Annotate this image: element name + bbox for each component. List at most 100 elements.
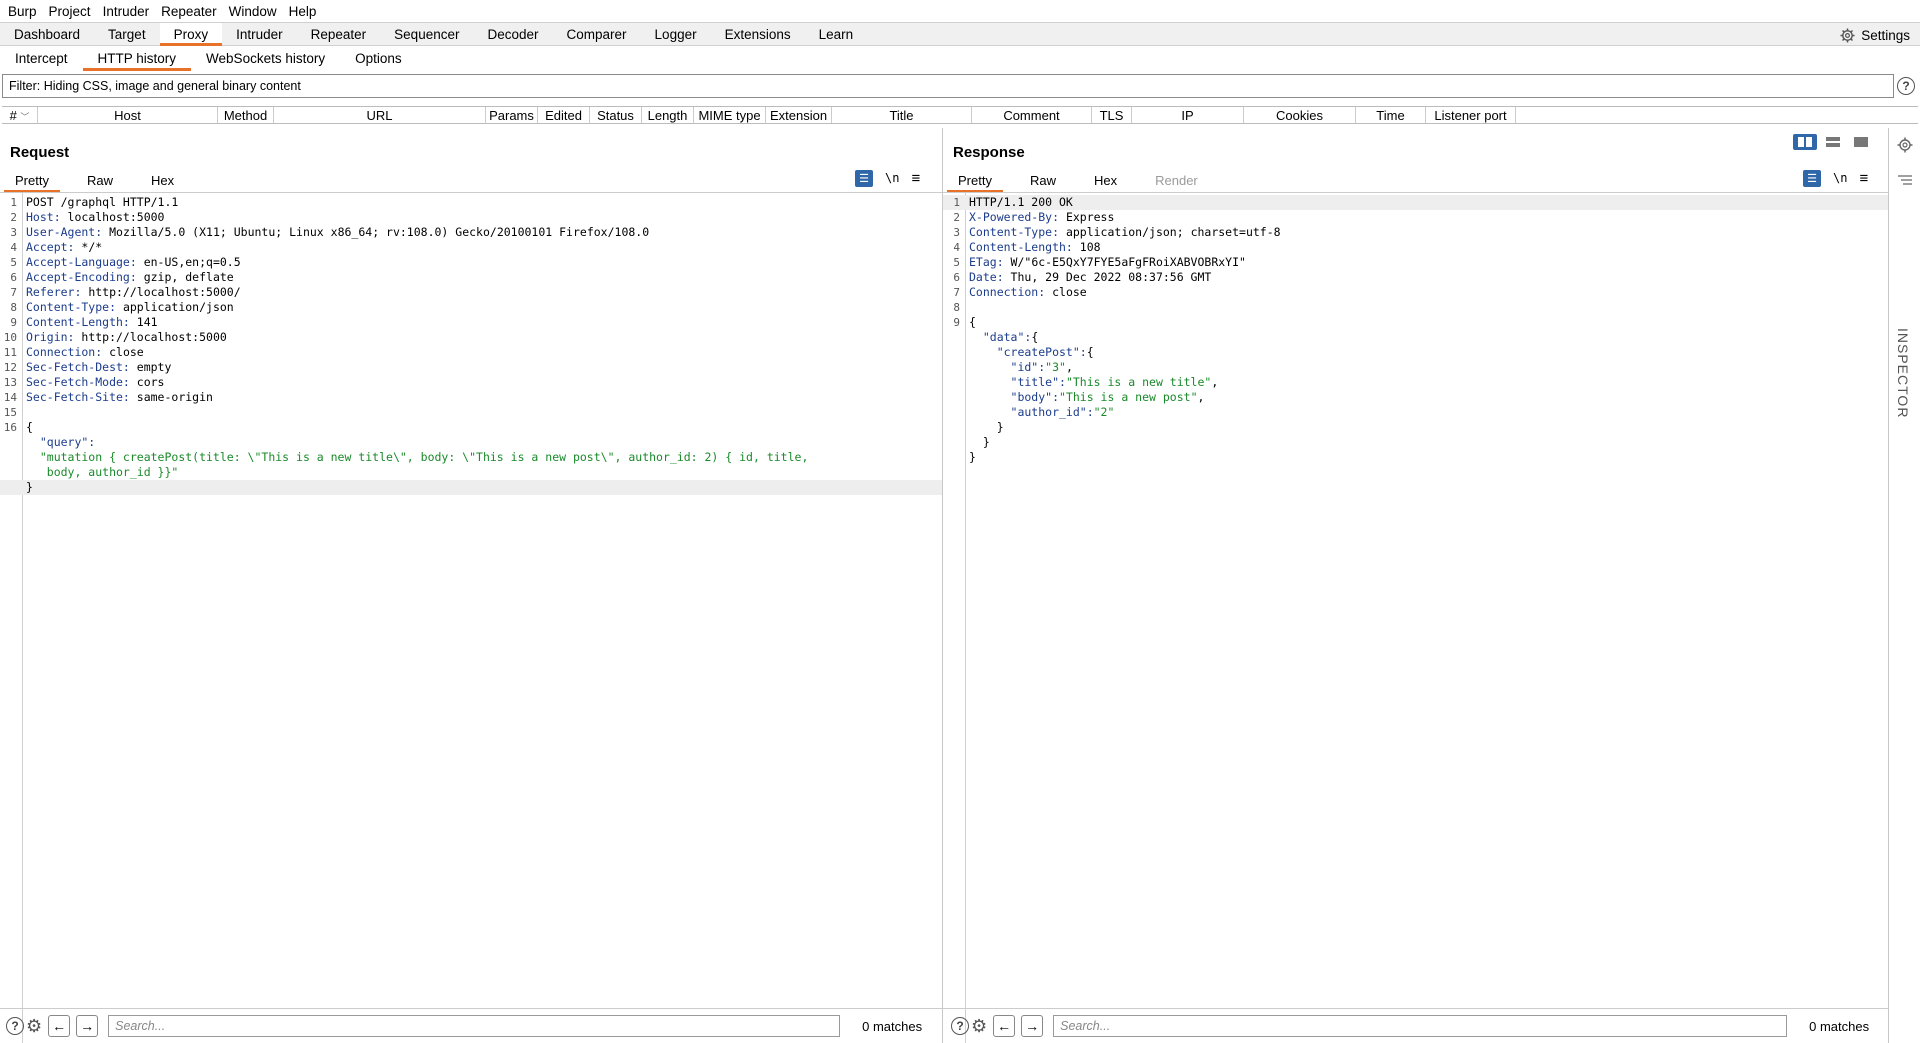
column-url[interactable]: URL bbox=[274, 107, 486, 123]
json-punctuation: , bbox=[1197, 390, 1205, 404]
column-number[interactable]: # ﹀ bbox=[2, 107, 38, 123]
line-number: 3 bbox=[10, 226, 17, 239]
show-newlines-toggle[interactable]: \n bbox=[885, 171, 899, 185]
response-tab-pretty[interactable]: Pretty bbox=[947, 168, 1003, 192]
column-comment[interactable]: Comment bbox=[972, 107, 1092, 123]
help-icon[interactable]: ? bbox=[6, 1017, 24, 1035]
word-wrap-toggle-icon[interactable]: ☰ bbox=[855, 169, 873, 187]
hamburger-menu-icon[interactable]: ≡ bbox=[911, 170, 920, 187]
tab-target[interactable]: Target bbox=[94, 23, 160, 45]
tab-intercept[interactable]: Intercept bbox=[0, 46, 83, 71]
request-tab-pretty[interactable]: Pretty bbox=[4, 168, 60, 192]
hamburger-menu-icon[interactable]: ≡ bbox=[1859, 170, 1868, 187]
tab-logger[interactable]: Logger bbox=[641, 23, 711, 45]
inspector-settings-gear-icon[interactable] bbox=[1897, 137, 1913, 153]
menu-window[interactable]: Window bbox=[229, 4, 277, 19]
tab-decoder[interactable]: Decoder bbox=[473, 23, 552, 45]
header-name: Date: bbox=[969, 270, 1004, 284]
next-match-arrow-icon[interactable]: → bbox=[76, 1015, 99, 1037]
column-method[interactable]: Method bbox=[218, 107, 274, 123]
menu-repeater[interactable]: Repeater bbox=[161, 4, 217, 19]
column-ip[interactable]: IP bbox=[1132, 107, 1244, 123]
line-content: Content-Length: 108 bbox=[966, 240, 1101, 255]
line-number: 11 bbox=[3, 346, 17, 359]
line-number bbox=[0, 450, 23, 465]
tab-extensions[interactable]: Extensions bbox=[711, 23, 805, 45]
column-edited[interactable]: Edited bbox=[538, 107, 590, 123]
show-newlines-toggle[interactable]: \n bbox=[1833, 171, 1847, 185]
response-code: 1 HTTP/1.1 200 OK 2 X-Powered-By: Express 3 C… bbox=[943, 195, 1888, 465]
header-name: Accept: bbox=[26, 240, 75, 254]
column-cookies[interactable]: Cookies bbox=[1244, 107, 1356, 123]
response-search-input[interactable]: Search... bbox=[1053, 1015, 1788, 1037]
json-key: "title": bbox=[969, 375, 1066, 389]
json-string: "3" bbox=[1045, 360, 1066, 374]
column-listener-port[interactable]: Listener port bbox=[1426, 107, 1516, 123]
column-extension[interactable]: Extension bbox=[766, 107, 832, 123]
code-line: 1 POST /graphql HTTP/1.1 bbox=[0, 195, 942, 210]
header-value: Mozilla/5.0 (X11; Ubuntu; Linux x86_64; … bbox=[102, 225, 650, 239]
inspector-tab[interactable]: INSPECTOR bbox=[1895, 328, 1911, 418]
json-string: body, author_id }}" bbox=[26, 465, 179, 479]
menu-burp[interactable]: Burp bbox=[8, 4, 37, 19]
response-editor[interactable]: 1 HTTP/1.1 200 OK 2 X-Powered-By: Express 3 C… bbox=[943, 192, 1888, 1043]
help-icon[interactable]: ? bbox=[1897, 77, 1915, 95]
column-mime-type[interactable]: MIME type bbox=[694, 107, 766, 123]
header-name: Sec-Fetch-Dest: bbox=[26, 360, 130, 374]
column-params[interactable]: Params bbox=[486, 107, 538, 123]
settings-button[interactable]: Settings bbox=[1840, 23, 1910, 47]
menu-project[interactable]: Project bbox=[49, 4, 91, 19]
help-icon[interactable]: ? bbox=[951, 1017, 969, 1035]
search-settings-gear-icon[interactable]: ⚙ bbox=[26, 1016, 42, 1037]
line-number bbox=[0, 435, 23, 450]
tab-intruder[interactable]: Intruder bbox=[222, 23, 297, 45]
tab-repeater[interactable]: Repeater bbox=[297, 23, 381, 45]
line-number: 6 bbox=[10, 271, 17, 284]
side-by-side-layout-icon[interactable] bbox=[1793, 134, 1817, 150]
response-tab-render[interactable]: Render bbox=[1144, 168, 1209, 192]
tab-options[interactable]: Options bbox=[340, 46, 417, 71]
request-search-input[interactable]: Search... bbox=[108, 1015, 841, 1037]
tab-sequencer[interactable]: Sequencer bbox=[380, 23, 473, 45]
single-pane-layout-icon[interactable] bbox=[1849, 134, 1873, 150]
column-title[interactable]: Title bbox=[832, 107, 972, 123]
main-tab-bar: Dashboard Target Proxy Intruder Repeater… bbox=[0, 22, 1920, 46]
tab-http-history[interactable]: HTTP history bbox=[82, 46, 192, 71]
line-number bbox=[943, 405, 966, 420]
previous-match-arrow-icon[interactable]: ← bbox=[993, 1015, 1016, 1037]
menu-help[interactable]: Help bbox=[289, 4, 317, 19]
response-panel: Response Pretty Raw Hex Render ☰ \n ≡ 1H… bbox=[943, 128, 1888, 1043]
tab-learn[interactable]: Learn bbox=[805, 23, 868, 45]
inspector-list-icon[interactable] bbox=[1898, 174, 1912, 186]
tab-comparer[interactable]: Comparer bbox=[553, 23, 641, 45]
tab-dashboard[interactable]: Dashboard bbox=[0, 23, 94, 45]
line-content: Sec-Fetch-Dest: empty bbox=[23, 360, 171, 375]
line-number: 3 bbox=[953, 226, 960, 239]
column-status[interactable]: Status bbox=[590, 107, 642, 123]
response-tab-raw[interactable]: Raw bbox=[1019, 168, 1067, 192]
column-time[interactable]: Time bbox=[1356, 107, 1426, 123]
header-name: Content-Type: bbox=[26, 300, 117, 314]
filter-bar[interactable]: Filter: Hiding CSS, image and general bi… bbox=[2, 74, 1894, 98]
inspector-divider[interactable] bbox=[1888, 128, 1889, 1043]
request-editor[interactable]: 1 POST /graphql HTTP/1.1 2 Host: localhost:… bbox=[0, 192, 942, 1043]
column-tls[interactable]: TLS bbox=[1092, 107, 1132, 123]
tab-websockets-history[interactable]: WebSockets history bbox=[191, 46, 340, 71]
settings-label: Settings bbox=[1861, 27, 1910, 43]
search-settings-gear-icon[interactable]: ⚙ bbox=[971, 1016, 987, 1037]
word-wrap-toggle-icon[interactable]: ☰ bbox=[1803, 169, 1821, 187]
request-tab-hex[interactable]: Hex bbox=[140, 168, 185, 192]
tab-proxy[interactable]: Proxy bbox=[159, 23, 223, 46]
header-name: Content-Length: bbox=[26, 315, 130, 329]
code-line: 4 Content-Length: 108 bbox=[943, 240, 1888, 255]
next-match-arrow-icon[interactable]: → bbox=[1021, 1015, 1044, 1037]
previous-match-arrow-icon[interactable]: ← bbox=[48, 1015, 71, 1037]
request-tab-raw[interactable]: Raw bbox=[76, 168, 124, 192]
menu-intruder[interactable]: Intruder bbox=[103, 4, 150, 19]
column-length[interactable]: Length bbox=[642, 107, 694, 123]
column-host[interactable]: Host bbox=[38, 107, 218, 123]
line-content: "author_id":"2" bbox=[966, 405, 1115, 420]
response-tab-hex[interactable]: Hex bbox=[1083, 168, 1128, 192]
stacked-layout-icon[interactable] bbox=[1821, 134, 1845, 150]
header-value: close bbox=[1045, 285, 1087, 299]
